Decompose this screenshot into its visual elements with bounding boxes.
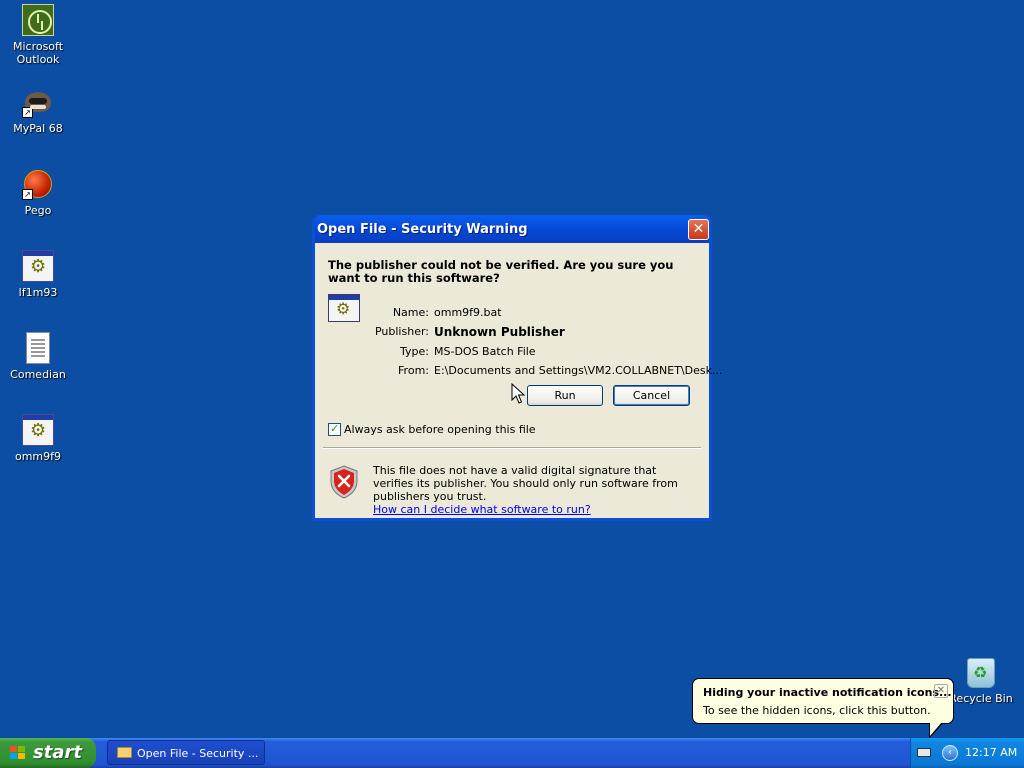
close-button[interactable]: ✕	[688, 219, 709, 240]
start-button[interactable]: start	[0, 738, 96, 768]
field-label: Publisher:	[374, 325, 429, 338]
field-label: From:	[398, 364, 429, 377]
batch-file-icon	[22, 250, 54, 282]
recycle-bin-icon	[967, 658, 995, 688]
divider	[323, 447, 701, 449]
desktop-icon-lf1m93[interactable]: lf1m93	[0, 250, 76, 299]
help-link[interactable]: How can I decide what software to run?	[373, 503, 693, 516]
signature-warning-text: This file does not have a valid digital …	[373, 464, 693, 516]
notification-balloon[interactable]: Hiding your inactive notification icons.…	[692, 678, 954, 739]
desktop-icon-label: Pego	[24, 204, 52, 217]
field-value: E:\Documents and Settings\VM2.COLLABNET\…	[434, 364, 723, 377]
desktop-icon-label: Comedian	[10, 368, 66, 381]
shortcut-arrow-icon: ↗	[22, 107, 33, 118]
field-type: Type: MS-DOS Batch File	[375, 345, 695, 361]
desktop-icon-label: MyPal 68	[13, 122, 63, 135]
start-label: start	[33, 742, 82, 763]
taskbar: start Open File - Security ... ‹ 12:17 A…	[0, 738, 1024, 768]
field-value: MS-DOS Batch File	[434, 345, 536, 358]
text-document-icon	[26, 332, 50, 364]
keyboard-icon[interactable]	[917, 748, 931, 757]
always-ask-checkbox[interactable]	[328, 422, 341, 436]
field-name: Name: omm9f9.bat	[375, 306, 695, 322]
dialog-titlebar[interactable]: Open File - Security Warning ✕	[315, 215, 709, 243]
field-label: Name:	[392, 306, 429, 319]
desktop-icon-label: Recycle Bin	[949, 692, 1013, 705]
balloon-tail	[929, 722, 943, 739]
desktop-icon-outlook[interactable]: Microsoft Outlook	[0, 4, 76, 66]
desktop-icon-omm9f9[interactable]: omm9f9	[0, 414, 76, 463]
taskbar-button-open-file[interactable]: Open File - Security ...	[107, 740, 265, 765]
clock[interactable]: 12:17 AM	[965, 746, 1017, 759]
desktop-icon-comedian[interactable]: Comedian	[0, 332, 76, 381]
chevron-left-icon: ‹	[948, 747, 952, 758]
field-value: Unknown Publisher	[434, 325, 565, 339]
field-value: omm9f9.bat	[434, 306, 502, 319]
taskbar-button-label: Open File - Security ...	[137, 747, 259, 760]
balloon-close-button[interactable]: ✕	[934, 684, 948, 698]
field-publisher: Publisher: Unknown Publisher	[375, 325, 695, 341]
batch-file-icon	[22, 414, 54, 446]
shortcut-arrow-icon: ↗	[22, 189, 33, 200]
publisher-question: The publisher could not be verified. Are…	[328, 258, 674, 285]
desktop-icon-label: omm9f9	[14, 450, 62, 463]
desktop-icon-label: Microsoft Outlook	[12, 40, 64, 66]
close-icon: ✕	[692, 221, 705, 237]
outlook-icon	[22, 4, 54, 36]
balloon-title: Hiding your inactive notification icons.…	[703, 686, 952, 699]
pego-icon: ↗	[22, 168, 54, 200]
mypal-icon: ↗	[22, 86, 54, 118]
run-button[interactable]: Run	[527, 385, 603, 406]
desktop-icon-label: lf1m93	[18, 286, 58, 299]
desktop-icon-pego[interactable]: ↗ Pego	[0, 168, 76, 217]
batch-file-icon	[328, 294, 360, 322]
cancel-button[interactable]: Cancel	[613, 385, 690, 406]
balloon-body: To see the hidden icons, click this butt…	[703, 704, 931, 717]
desktop-icon-recycle-bin[interactable]: Recycle Bin	[946, 658, 1016, 705]
dialog-title: Open File - Security Warning	[317, 222, 528, 237]
mouse-cursor-icon	[511, 383, 525, 404]
desktop-icon-mypal[interactable]: ↗ MyPal 68	[0, 86, 76, 135]
dialog-client: The publisher could not be verified. Are…	[315, 243, 722, 518]
system-tray: ‹ 12:17 AM	[910, 738, 1024, 768]
show-hidden-icons-button[interactable]: ‹	[942, 745, 958, 761]
windows-flag-icon	[10, 746, 26, 760]
folder-icon	[117, 747, 132, 758]
warning-message: This file does not have a valid digital …	[373, 464, 678, 503]
security-warning-dialog: Open File - Security Warning ✕ The publi…	[312, 215, 722, 521]
always-ask-label[interactable]: Always ask before opening this file	[344, 423, 536, 436]
field-from: From: E:\Documents and Settings\VM2.COLL…	[375, 364, 722, 380]
security-shield-icon	[330, 465, 358, 499]
field-label: Type:	[400, 345, 429, 358]
